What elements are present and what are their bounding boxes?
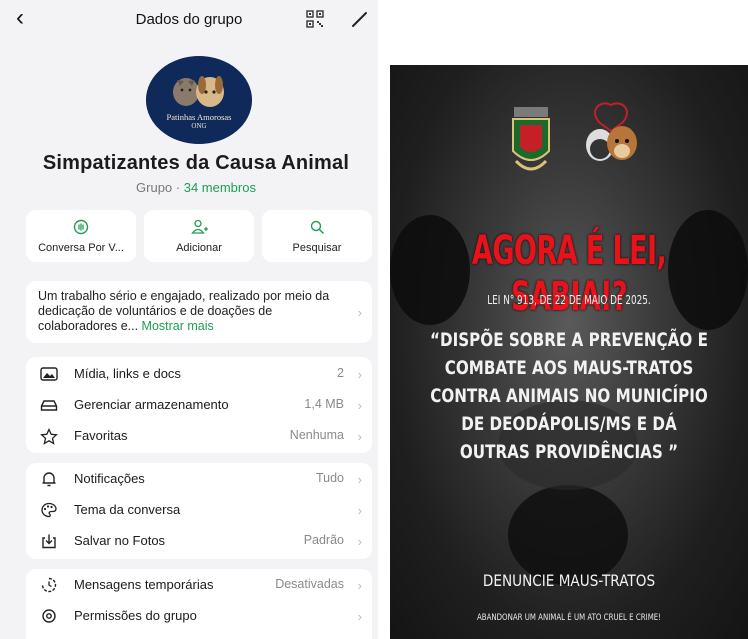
chevron-right-icon: › xyxy=(357,305,362,320)
law-number: LEI N° 913, DE 22 DE MAIO DE 2025. xyxy=(487,293,651,307)
storage-size: 1,4 MB xyxy=(304,397,344,411)
qr-code-icon[interactable] xyxy=(306,10,324,28)
action-buttons: Conversa Por V... Adicionar Pesquisar xyxy=(26,210,372,262)
favorites-row[interactable]: Favoritas Nenhuma › xyxy=(26,421,372,451)
disappearing-messages-value: Desativadas xyxy=(275,577,344,591)
media-links-docs-row[interactable]: Mídia, links e docs 2 › xyxy=(26,359,372,389)
add-label: Adicionar xyxy=(176,242,222,254)
group-avatar[interactable]: Patinhas Amorosas ONG xyxy=(146,56,252,144)
disappearing-messages-row[interactable]: Mensagens temporárias Desativadas › xyxy=(26,570,372,600)
paw-logo-icon xyxy=(146,56,252,144)
notifications-label: Notificações xyxy=(74,471,145,486)
pencil-icon[interactable] xyxy=(350,9,370,29)
chevron-right-icon: › xyxy=(357,534,362,549)
media-count: 2 xyxy=(337,366,344,380)
description-text: Um trabalho sério e engajado, realizado … xyxy=(38,289,352,334)
chevron-right-icon: › xyxy=(357,367,362,382)
media-links-docs-label: Mídia, links e docs xyxy=(74,366,181,381)
chevron-right-icon: › xyxy=(357,578,362,593)
palette-icon xyxy=(41,502,57,518)
group-permissions-row[interactable]: Permissões do grupo › xyxy=(26,601,372,631)
group-description[interactable]: Um trabalho sério e engajado, realizado … xyxy=(26,281,372,343)
logo-subtext: ONG xyxy=(191,122,207,130)
show-more-link[interactable]: Mostrar mais xyxy=(142,319,214,333)
save-to-photos-label: Salvar no Fotos xyxy=(74,533,166,548)
chevron-right-icon: › xyxy=(357,609,362,624)
add-button[interactable]: Adicionar xyxy=(144,210,254,262)
settings-section: Notificações Tudo › Tema da conversa › S… xyxy=(26,463,372,559)
header-bar: ‹ Dados do grupo xyxy=(0,0,378,38)
law-summary-quote: “DISPÕE SOBRE A PREVENÇÃO E COMBATE AOS … xyxy=(430,330,708,463)
favorites-value: Nenhuma xyxy=(289,428,344,442)
image-icon xyxy=(40,367,58,381)
group-info-screen: ‹ Dados do grupo Patinhas Amorosas ONG S xyxy=(0,0,378,639)
bell-icon xyxy=(42,472,56,487)
save-to-photos-row[interactable]: Salvar no Fotos Padrão › xyxy=(26,526,372,556)
voice-chat-button[interactable]: Conversa Por V... xyxy=(26,210,136,262)
manage-storage-row[interactable]: Gerenciar armazenamento 1,4 MB › xyxy=(26,390,372,420)
disappearing-messages-label: Mensagens temporárias xyxy=(74,577,214,592)
abandonment-warning: ABANDONAR UM ANIMAL É UM ATO CRUEL E CRI… xyxy=(476,613,662,623)
download-icon xyxy=(42,534,56,549)
chevron-right-icon: › xyxy=(357,503,362,518)
voice-chat-icon xyxy=(73,219,89,235)
gear-icon xyxy=(42,609,56,623)
chevron-right-icon: › xyxy=(357,429,362,444)
save-to-photos-value: Padrão xyxy=(303,533,344,547)
members-count[interactable]: 34 membros xyxy=(184,180,256,195)
logo-text: Patinhas Amorosas xyxy=(166,112,232,122)
search-icon xyxy=(310,220,324,234)
group-name: Simpatizantes da Causa Animal xyxy=(42,152,350,174)
group-subtitle: Grupo · 34 membros xyxy=(0,180,378,195)
notifications-row[interactable]: Notificações Tudo › xyxy=(26,464,372,494)
group-permissions-label: Permissões do grupo xyxy=(74,608,197,623)
pets-mascot-icon xyxy=(586,102,637,161)
group-settings-section: Mensagens temporárias Desativadas › Perm… xyxy=(26,569,372,639)
chevron-right-icon: › xyxy=(357,398,362,413)
storage-icon xyxy=(40,400,58,411)
report-abuse-text: DENUNCIE MAUS-TRATOS xyxy=(482,571,656,590)
chat-theme-label: Tema da conversa xyxy=(74,502,181,517)
notifications-value: Tudo xyxy=(315,471,344,485)
chevron-right-icon: › xyxy=(357,472,362,487)
media-section: Mídia, links e docs 2 › Gerenciar armaze… xyxy=(26,357,372,453)
timer-icon xyxy=(41,577,57,593)
city-crest-icon xyxy=(512,107,550,171)
search-button[interactable]: Pesquisar xyxy=(262,210,372,262)
group-type: Grupo · xyxy=(136,180,184,195)
chat-theme-row[interactable]: Tema da conversa › xyxy=(26,495,372,525)
add-person-icon xyxy=(191,219,208,234)
favorites-label: Favoritas xyxy=(74,428,128,443)
search-label: Pesquisar xyxy=(292,242,342,254)
law-poster-image: AGORA É LEI, SABIA!? LEI N° 913, DE 22 D… xyxy=(390,65,748,639)
voice-chat-label: Conversa Por V... xyxy=(38,242,124,254)
manage-storage-label: Gerenciar armazenamento xyxy=(74,397,229,412)
star-icon xyxy=(40,428,58,445)
